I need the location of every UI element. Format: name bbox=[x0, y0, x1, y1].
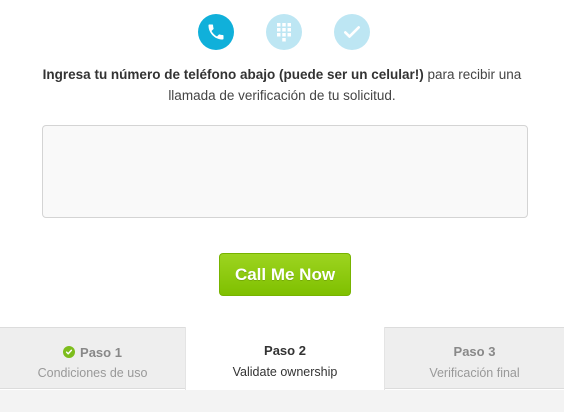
instructions-bold: Ingresa tu número de teléfono abajo (pue… bbox=[42, 67, 424, 82]
steps-bar: Paso 1 Condiciones de uso Paso 2 Validat… bbox=[0, 327, 564, 390]
instructions-line2: llamada de verificación de tu solicitud. bbox=[168, 88, 396, 103]
checkmark-done-icon bbox=[63, 346, 76, 358]
instructions-text: Ingresa tu número de teléfono abajo (pue… bbox=[0, 64, 564, 106]
step-1-subtitle: Condiciones de uso bbox=[37, 366, 148, 380]
phone-icon bbox=[198, 14, 234, 50]
step-3: Paso 3 Verificación final bbox=[385, 328, 564, 390]
check-icon bbox=[334, 14, 370, 50]
phone-number-input[interactable] bbox=[43, 126, 527, 217]
step-1: Paso 1 Condiciones de uso bbox=[0, 328, 185, 390]
keypad-icon bbox=[266, 14, 302, 50]
footer-strip bbox=[0, 390, 564, 412]
phone-number-field-container bbox=[42, 125, 528, 218]
step-2-title: Paso 2 bbox=[264, 343, 306, 358]
progress-icons bbox=[0, 14, 564, 50]
call-me-now-button[interactable]: Call Me Now bbox=[219, 253, 351, 296]
step-2: Paso 2 Validate ownership bbox=[185, 327, 385, 390]
instructions-rest: para recibir una bbox=[423, 67, 522, 82]
step-2-subtitle: Validate ownership bbox=[232, 365, 338, 379]
step-1-title: Paso 1 bbox=[80, 344, 122, 360]
step-3-title: Paso 3 bbox=[453, 344, 496, 359]
step-3-subtitle: Verificación final bbox=[429, 366, 520, 380]
